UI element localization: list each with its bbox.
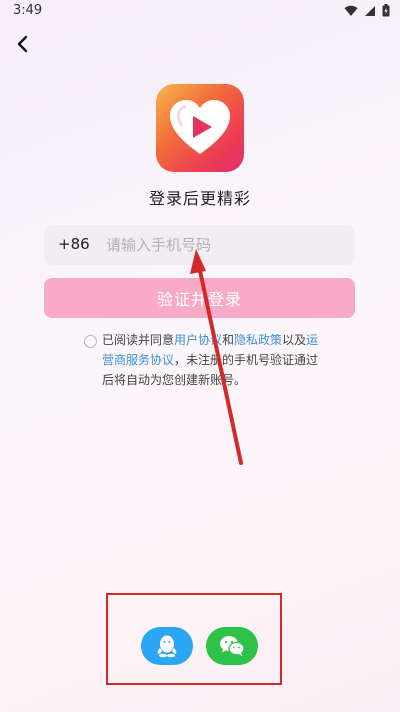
wifi-icon	[344, 5, 358, 16]
battery-icon	[382, 4, 390, 17]
wechat-icon	[220, 636, 245, 656]
agreement-and: 和	[222, 333, 235, 347]
wechat-login-button[interactable]	[206, 627, 258, 665]
country-code[interactable]: +86	[58, 235, 90, 253]
agreement-text: 已阅读并同意用户协议和隐私政策以及运营商服务协议，未注册的手机号验证通过后将自动…	[102, 330, 328, 390]
login-tagline: 登录后更精彩	[148, 189, 251, 208]
agreement-and2: 以及	[282, 333, 307, 347]
phone-input[interactable]	[106, 231, 346, 259]
back-button[interactable]	[8, 30, 36, 58]
agreement-prefix: 已阅读并同意	[102, 333, 175, 347]
user-agreement-link[interactable]: 用户协议	[174, 333, 222, 347]
phone-input-box[interactable]: +86	[44, 225, 355, 265]
signal-icon	[365, 5, 375, 16]
app-logo	[156, 84, 244, 172]
status-icons	[344, 4, 390, 17]
qq-penguin-icon	[157, 635, 177, 658]
status-time: 3:49	[13, 3, 43, 18]
agreement-checkbox[interactable]	[84, 335, 97, 348]
status-bar: 3:49	[0, 0, 400, 24]
qq-login-button[interactable]	[141, 627, 193, 665]
privacy-policy-link[interactable]: 隐私政策	[234, 333, 282, 347]
heart-play-icon	[170, 100, 230, 154]
home-indicator	[0, 700, 400, 712]
verify-login-button[interactable]: 验证并登录	[44, 278, 355, 318]
back-arrow-icon	[17, 35, 28, 53]
